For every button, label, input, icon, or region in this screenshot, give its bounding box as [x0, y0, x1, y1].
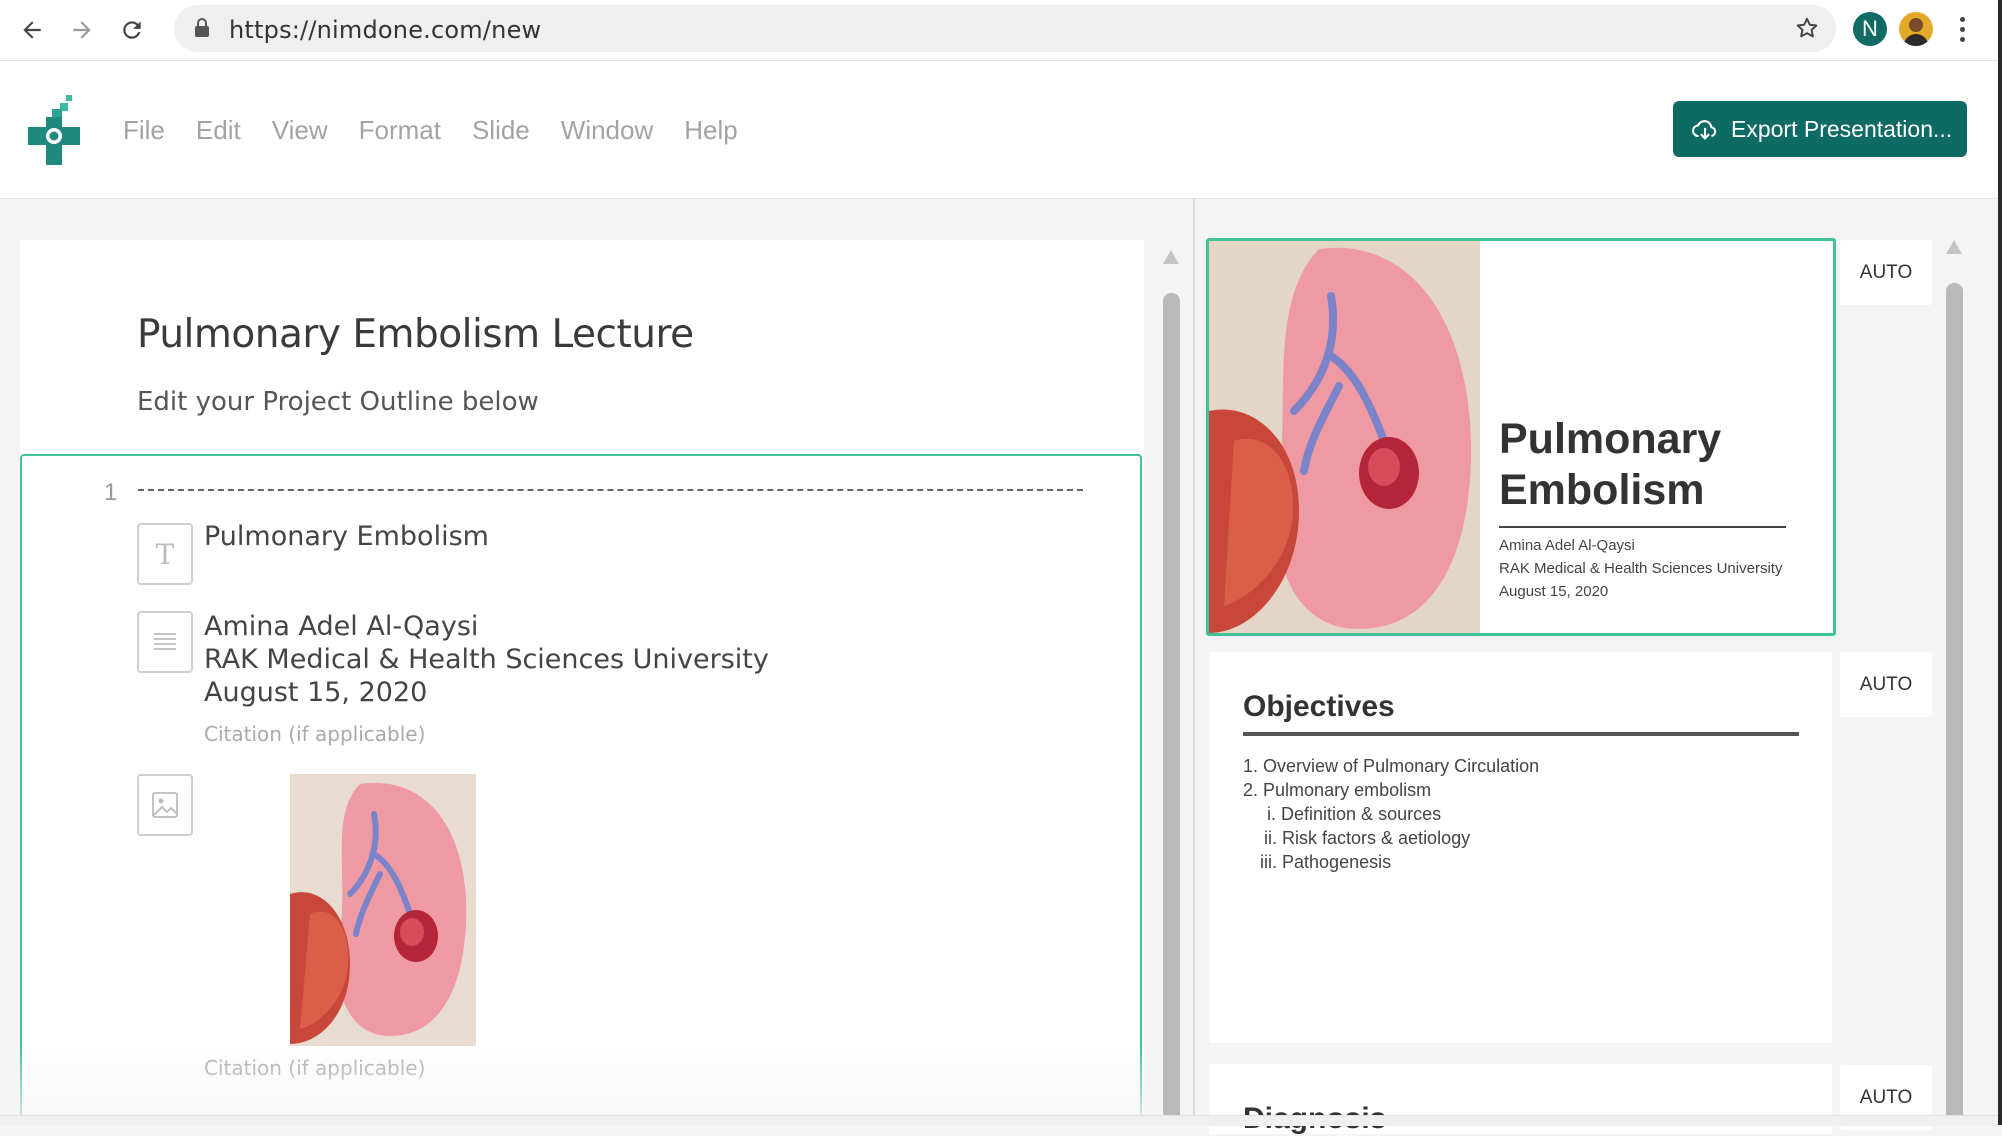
body-line-author[interactable]: Amina Adel Al-Qaysi: [204, 611, 478, 642]
item-marker: iii.: [1260, 852, 1277, 872]
outline-editor: Pulmonary Embolism Lecture Edit your Pro…: [20, 240, 1144, 1125]
outline-slide-card[interactable]: 1 T Pulmonary Embolism Amina Adel Al-Qay…: [20, 454, 1142, 1125]
forward-arrow-icon: [73, 21, 91, 39]
project-title[interactable]: Pulmonary Embolism Lecture: [137, 312, 694, 357]
image-field-icon[interactable]: [137, 774, 193, 836]
app-header: File Edit View Format Slide Window Help …: [0, 61, 1998, 199]
forward-button[interactable]: [64, 12, 100, 48]
reload-button[interactable]: [114, 12, 150, 48]
preview-date: August 15, 2020: [1499, 583, 1609, 600]
menu-view[interactable]: View: [272, 115, 328, 146]
item-text: Overview of Pulmonary Circulation: [1263, 756, 1540, 776]
item-marker: i.: [1267, 804, 1276, 824]
item-text: Pathogenesis: [1282, 852, 1392, 872]
back-button[interactable]: [14, 12, 50, 48]
preview-institution: RAK Medical & Health Sciences University: [1499, 560, 1783, 577]
image-citation-field[interactable]: Citation (if applicable): [204, 1056, 425, 1080]
item-text: Risk factors & aetiology: [1282, 828, 1471, 848]
nimdone-logo-icon: [28, 95, 80, 165]
body-line-institution[interactable]: RAK Medical & Health Sciences University: [204, 644, 769, 675]
export-presentation-button[interactable]: Export Presentation...: [1673, 101, 1967, 157]
citation-field[interactable]: Citation (if applicable): [204, 722, 425, 746]
profile-avatar[interactable]: N: [1853, 12, 1887, 46]
text-t-icon: T: [155, 537, 175, 571]
url-text: https://nimdone.com/new: [229, 16, 542, 44]
objective-subitem-3: iii. Pathogenesis: [1260, 852, 1391, 873]
objective-item-2: 2. Pulmonary embolism: [1243, 780, 1431, 801]
slide-preview-2[interactable]: Objectives 1. Overview of Pulmonary Circ…: [1209, 652, 1832, 1043]
preview-author: Amina Adel Al-Qaysi: [1499, 537, 1635, 554]
menu-edit[interactable]: Edit: [196, 115, 241, 146]
preview-slide-title: Objectives: [1243, 690, 1395, 723]
preview-scroll-up-arrow[interactable]: [1946, 240, 1962, 254]
body-field-icon[interactable]: [137, 611, 193, 673]
objective-item-1: 1. Overview of Pulmonary Circulation: [1243, 756, 1539, 777]
back-arrow-icon: [23, 21, 41, 39]
export-label: Export Presentation...: [1731, 115, 1953, 142]
item-text: Pulmonary embolism: [1263, 780, 1432, 800]
menu-help[interactable]: Help: [684, 115, 737, 146]
preview-title-rule: [1499, 526, 1786, 528]
browser-menu-icon[interactable]: [1950, 12, 1974, 46]
lock-icon: [195, 18, 209, 37]
cloud-download-icon: [1692, 120, 1717, 140]
image-placeholder-icon: [152, 792, 178, 818]
preview-scrollbar[interactable]: [1946, 283, 1963, 1125]
menu-slide[interactable]: Slide: [472, 115, 530, 146]
slide-divider: [138, 489, 1083, 491]
browser-toolbar: https://nimdone.com/new N: [0, 0, 2002, 61]
item-text: Definition & sources: [1281, 804, 1442, 824]
project-subtitle: Edit your Project Outline below: [137, 387, 539, 417]
menu-format[interactable]: Format: [359, 115, 441, 146]
item-marker: ii.: [1264, 828, 1277, 848]
lung-illustration-image: [1209, 241, 1480, 633]
menu-file[interactable]: File: [123, 115, 165, 146]
reload-icon: [123, 21, 141, 39]
bookmark-star-icon[interactable]: [1794, 15, 1820, 41]
user-photo-icon: [1903, 18, 1929, 46]
window-edge: [1998, 0, 2002, 1125]
app-menu-bar: File Edit View Format Slide Window Help: [123, 115, 769, 146]
slide-number: 1: [104, 479, 118, 506]
profile-initial: N: [1862, 16, 1878, 41]
outline-scroll-up-arrow[interactable]: [1163, 250, 1179, 264]
objective-subitem-1: i. Definition & sources: [1267, 804, 1441, 825]
item-marker: 2.: [1243, 780, 1259, 800]
outline-scrollbar[interactable]: [1163, 293, 1180, 1125]
auto-layout-button-1[interactable]: AUTO: [1840, 240, 1932, 305]
objective-subitem-2: ii. Risk factors & aetiology: [1264, 828, 1470, 849]
lung-illustration-image[interactable]: [290, 774, 476, 1046]
body-line-date[interactable]: August 15, 2020: [204, 677, 427, 708]
title-field-icon[interactable]: T: [137, 523, 193, 585]
panel-divider[interactable]: [1193, 198, 1195, 1125]
auto-layout-button-2[interactable]: AUTO: [1840, 652, 1932, 717]
paragraph-lines-icon: [154, 633, 176, 650]
slide-preview-1[interactable]: Pulmonary Embolism Amina Adel Al-Qaysi R…: [1206, 238, 1836, 636]
menu-window[interactable]: Window: [561, 115, 653, 146]
address-bar[interactable]: https://nimdone.com/new: [174, 5, 1836, 52]
slide-title-field[interactable]: Pulmonary Embolism: [204, 521, 489, 552]
item-marker: 1.: [1243, 756, 1259, 776]
preview-slide-title: Pulmonary Embolism: [1499, 415, 1722, 514]
preview-title-rule: [1243, 732, 1799, 736]
user-avatar[interactable]: [1899, 12, 1933, 46]
bottom-edge: [0, 1115, 1998, 1126]
